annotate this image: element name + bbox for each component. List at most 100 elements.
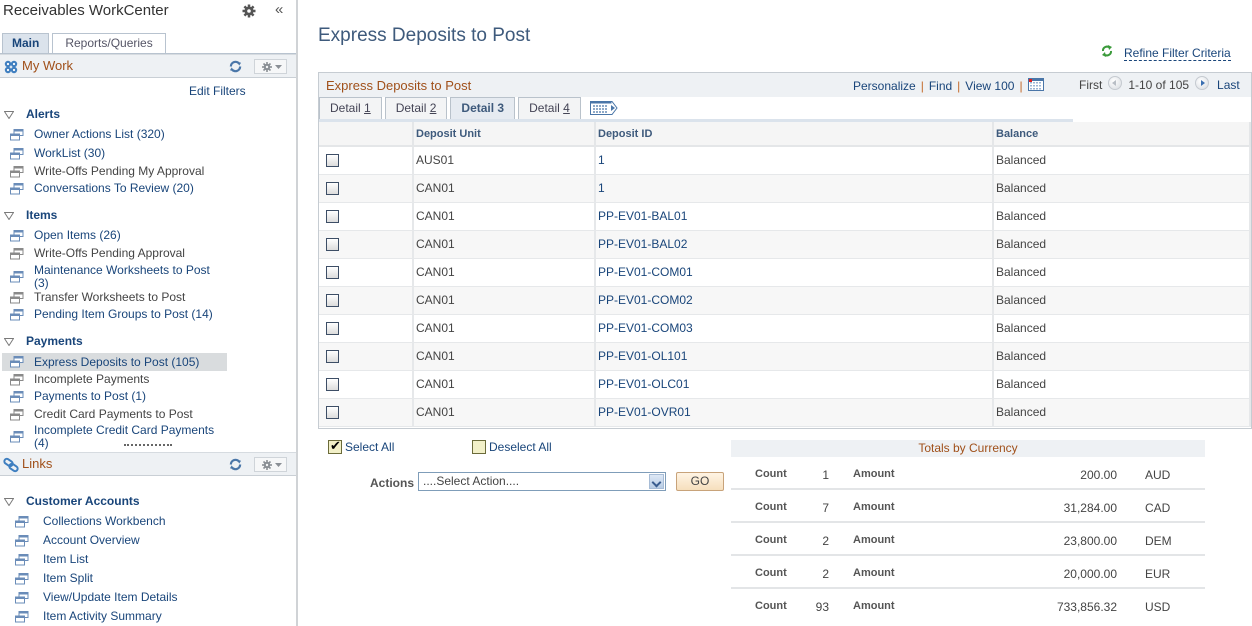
link-item[interactable]: Account Overview — [15, 534, 229, 547]
new-window-icon — [15, 611, 29, 623]
chevron-down-icon[interactable] — [649, 474, 664, 489]
deposit-id-link[interactable]: PP-EV01-BAL01 — [598, 209, 687, 223]
tab-main[interactable]: Main — [2, 33, 50, 53]
link-item[interactable]: Item Activity Summary — [15, 610, 229, 623]
group-items[interactable]: Items — [4, 208, 57, 222]
go-button[interactable]: GO — [676, 472, 724, 491]
collapse-panel-icon[interactable]: « — [275, 1, 283, 18]
last-page-link[interactable]: Last — [1217, 78, 1240, 92]
find-link[interactable]: Find — [929, 79, 952, 93]
new-window-icon — [15, 592, 29, 604]
list-item[interactable]: Open Items (26) — [10, 229, 220, 242]
deposit-id-link[interactable]: 1 — [598, 153, 605, 167]
my-work-title: My Work — [22, 58, 74, 73]
refresh-icon[interactable] — [229, 60, 242, 73]
previous-page-icon[interactable] — [1108, 75, 1123, 90]
deposit-id-link[interactable]: PP-EV01-OL101 — [598, 349, 687, 363]
row-checkbox[interactable] — [326, 182, 339, 196]
row-checkbox[interactable] — [326, 322, 339, 336]
link-item[interactable]: View/Update Item Details — [15, 591, 229, 604]
amount-label: Amount — [853, 501, 895, 513]
deselect-all-link[interactable]: Deselect All — [472, 440, 552, 454]
deposits-table: Deposit Unit Deposit ID Balance AUS01 1 Ba… — [319, 122, 1251, 427]
link-item[interactable]: Item Split — [15, 572, 229, 585]
personalize-link[interactable]: Personalize — [853, 79, 916, 93]
deposit-id-link[interactable]: PP-EV01-COM02 — [598, 293, 693, 307]
totals-row: Count 2 Amount 23,800.00 DEM — [731, 523, 1205, 556]
deposit-id-link[interactable]: PP-EV01-OVR01 — [598, 405, 691, 419]
tab-detail-2[interactable]: Detail 2 — [384, 97, 448, 119]
row-select-cell — [319, 314, 414, 343]
refresh-icon[interactable] — [229, 458, 242, 471]
deposit-id-link[interactable]: PP-EV01-OLC01 — [598, 377, 689, 391]
tab-detail-3[interactable]: Detail 3 — [450, 97, 516, 119]
col-deposit-unit[interactable]: Deposit Unit — [413, 122, 596, 147]
row-checkbox[interactable] — [326, 210, 339, 224]
next-page-icon[interactable] — [1195, 75, 1210, 90]
group-alerts[interactable]: Alerts — [4, 107, 60, 121]
resize-handle[interactable] — [124, 444, 172, 446]
row-checkbox[interactable] — [326, 406, 339, 420]
list-item[interactable]: WorkList (30) — [10, 147, 220, 160]
col-deposit-id[interactable]: Deposit ID — [595, 122, 994, 147]
list-item[interactable]: Maintenance Worksheets to Post (3) — [10, 264, 220, 290]
download-spreadsheet-icon[interactable] — [1027, 77, 1044, 91]
deposit-id-cell: PP-EV01-COM02 — [595, 286, 994, 315]
first-label: First — [1079, 78, 1103, 92]
list-item[interactable]: Pending Item Groups to Post (14) — [10, 308, 220, 321]
deposit-id-link[interactable]: 1 — [598, 181, 605, 195]
tab-detail-1[interactable]: Detail 1 — [319, 97, 382, 119]
row-checkbox[interactable] — [326, 154, 339, 168]
row-checkbox[interactable] — [326, 378, 339, 392]
deposit-id-cell: PP-EV01-COM01 — [595, 258, 994, 287]
amount-value: 733,856.32 — [1056, 600, 1117, 614]
balance-cell: Balanced — [993, 370, 1251, 399]
select-all-link[interactable]: Select All — [328, 438, 394, 454]
count-label: Count — [755, 567, 787, 579]
deposit-unit-cell: CAN01 — [413, 370, 596, 399]
actions-dropdown[interactable]: ....Select Action.... — [418, 472, 666, 491]
pagelet-options-menu[interactable] — [254, 457, 287, 472]
show-all-columns-icon[interactable] — [589, 101, 618, 115]
link-item[interactable]: Item List — [15, 553, 229, 566]
amount-value: 31,284.00 — [1063, 501, 1117, 515]
group-payments[interactable]: Payments — [4, 334, 83, 348]
count-label: Count — [755, 468, 787, 480]
row-checkbox[interactable] — [326, 266, 339, 280]
currency-code: EUR — [1145, 567, 1171, 581]
check-all-icon — [328, 438, 342, 454]
new-window-icon — [10, 356, 24, 368]
amount-label: Amount — [853, 600, 895, 612]
totals-row: Count 7 Amount 31,284.00 CAD — [731, 490, 1205, 523]
deposit-id-link[interactable]: PP-EV01-COM01 — [598, 265, 693, 279]
link-item[interactable]: Collections Workbench — [15, 515, 229, 528]
new-window-icon — [10, 248, 24, 260]
deposit-id-link[interactable]: PP-EV01-COM03 — [598, 321, 693, 335]
list-item[interactable]: Payments to Post (1) — [10, 390, 220, 403]
edit-filters-link[interactable]: Edit Filters — [189, 84, 246, 98]
col-select — [319, 122, 414, 147]
deposit-id-cell: 1 — [595, 174, 994, 203]
gear-icon[interactable] — [242, 4, 256, 18]
list-item[interactable]: Owner Actions List (320) — [10, 128, 220, 141]
pagelet-options-menu[interactable] — [254, 59, 287, 74]
row-checkbox[interactable] — [326, 350, 339, 364]
group-customer-accounts[interactable]: Customer Accounts — [4, 494, 140, 508]
group-label: Payments — [26, 334, 83, 348]
row-checkbox[interactable] — [326, 238, 339, 252]
amount-value: 200.00 — [1080, 468, 1117, 482]
count-value: 7 — [822, 501, 829, 515]
tab-reports-queries[interactable]: Reports/Queries — [52, 33, 166, 53]
col-balance[interactable]: Balance — [993, 122, 1251, 147]
list-item[interactable]: Conversations To Review (20) — [10, 182, 220, 195]
view-all-link[interactable]: View 100 — [965, 79, 1014, 93]
tab-detail-4[interactable]: Detail 4 — [518, 97, 581, 119]
new-window-icon — [10, 374, 24, 386]
deposit-id-link[interactable]: PP-EV01-BAL02 — [598, 237, 687, 251]
list-item[interactable]: Incomplete Credit Card Payments (4) — [10, 424, 220, 450]
row-checkbox[interactable] — [326, 294, 339, 308]
list-item: Write-Offs Pending Approval — [10, 247, 220, 260]
refine-filter-link[interactable]: Refine Filter Criteria — [1100, 45, 1231, 61]
new-window-icon — [10, 166, 24, 178]
list-item-selected[interactable]: Express Deposits to Post (105) — [2, 353, 227, 371]
